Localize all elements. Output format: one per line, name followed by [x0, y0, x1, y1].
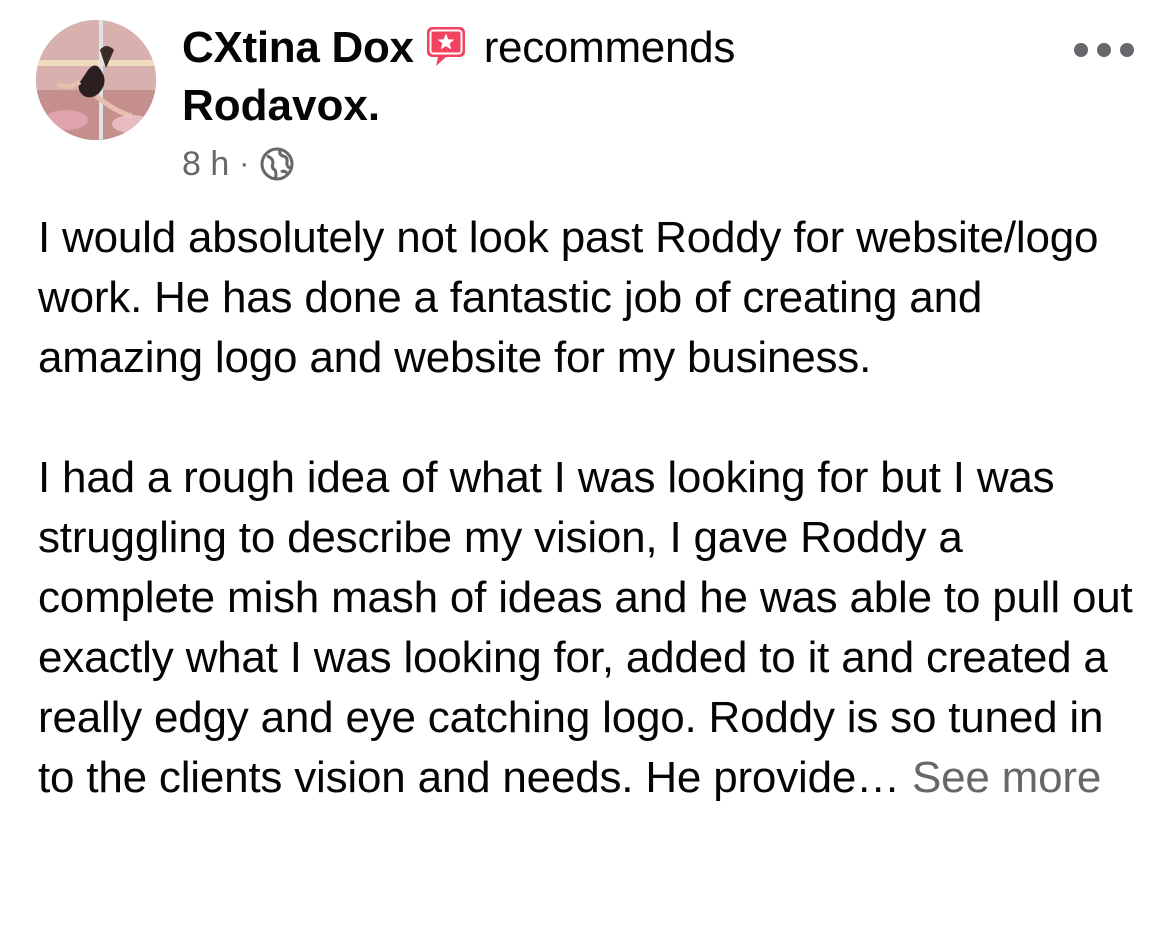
more-dot	[1097, 43, 1111, 57]
recommendation-star-icon	[424, 24, 468, 68]
recommended-page-name[interactable]: Rodavox.	[182, 78, 380, 134]
post-body: I would absolutely not look past Roddy f…	[38, 208, 1148, 808]
action-text: recommends	[483, 23, 736, 72]
globe-icon[interactable]	[259, 146, 295, 182]
post-paragraph: I would absolutely not look past Roddy f…	[38, 213, 1099, 382]
author-name[interactable]: CXtina Dox	[182, 23, 414, 72]
meta-separator: ·	[239, 147, 250, 180]
see-more-link[interactable]: See more	[912, 753, 1101, 802]
more-dot	[1074, 43, 1088, 57]
post-meta: 8 h ·	[182, 142, 295, 186]
post-paragraph-text: I had a rough idea of what I was looking…	[38, 453, 1133, 802]
author-avatar[interactable]	[36, 20, 156, 140]
post-header: CXtina Dox recommends Rodavox. 8 h ·	[0, 0, 1170, 200]
more-options-icon[interactable]	[1074, 30, 1134, 70]
avatar-photo	[36, 20, 156, 140]
post-title-line: CXtina Dox recommends	[182, 20, 1062, 76]
post-paragraph-truncated: I had a rough idea of what I was looking…	[38, 448, 1148, 808]
post-timestamp[interactable]: 8 h	[182, 145, 229, 184]
more-dot	[1120, 43, 1134, 57]
